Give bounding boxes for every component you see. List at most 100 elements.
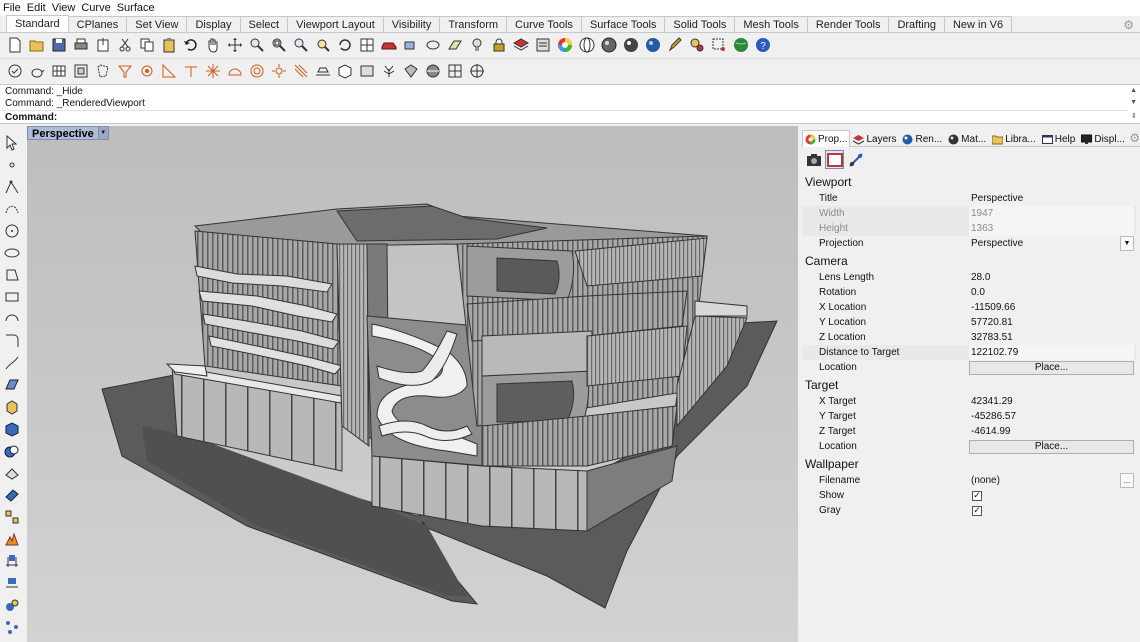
sun-icon[interactable] [226,62,244,80]
select-icon[interactable] [424,36,442,54]
object-properties-icon[interactable] [402,36,420,54]
color-wheel-icon[interactable] [556,36,574,54]
zoom-extents-icon[interactable] [292,36,310,54]
crosshair-icon[interactable] [468,62,486,80]
tab-viewport-layout[interactable]: Viewport Layout [287,16,384,32]
tab-standard[interactable]: Standard [6,15,69,32]
circle-icon[interactable] [3,222,21,240]
x-location-field[interactable]: -11509.66 [969,300,1134,315]
mesh-tool-icon[interactable] [3,464,21,482]
solid-box-icon[interactable] [3,420,21,438]
z-target-field[interactable]: -4614.99 [969,424,1134,439]
target-icon[interactable] [248,62,266,80]
fillet-icon[interactable] [3,332,21,350]
copy-icon[interactable] [138,36,156,54]
light-array-icon[interactable] [292,62,310,80]
tab-new-in-v6[interactable]: New in V6 [943,16,1013,32]
panel-gear-icon[interactable]: ⚙ [1129,130,1140,146]
tab-properties[interactable]: Prop... [802,130,851,147]
lasso-icon[interactable] [94,62,112,80]
array-icon[interactable] [3,508,21,526]
select-arrow-icon[interactable] [3,134,21,152]
ground-plane-icon[interactable] [314,62,332,80]
show-checkbox[interactable]: ✓ [972,490,982,501]
point-light-icon[interactable] [138,62,156,80]
scroll-up-icon[interactable]: ▲ [1130,87,1137,94]
tab-display[interactable]: Displ... [1078,130,1128,147]
menu-edit[interactable]: Edit [27,2,46,14]
transform-icon[interactable] [3,486,21,504]
rectangle-icon[interactable] [3,288,21,306]
tab-mesh-tools[interactable]: Mesh Tools [734,16,808,32]
print-icon[interactable] [72,36,90,54]
tab-drafting[interactable]: Drafting [888,16,945,32]
directional-light-icon[interactable] [160,62,178,80]
browse-button[interactable]: ... [1120,473,1134,488]
menu-file[interactable]: File [3,2,21,14]
snapshot-icon[interactable] [446,62,464,80]
tab-curve-tools[interactable]: Curve Tools [506,16,582,32]
boolean-icon[interactable] [3,442,21,460]
environment-icon[interactable] [424,62,442,80]
ellipse-icon[interactable] [3,244,21,262]
rendered-sphere-icon[interactable] [622,36,640,54]
globe-icon[interactable] [732,36,750,54]
undo-icon[interactable] [182,36,200,54]
y-location-field[interactable]: 57720.81 [969,315,1134,330]
offset-icon[interactable] [3,354,21,372]
rectangular-light-icon[interactable] [204,62,222,80]
undo-view-icon[interactable] [336,36,354,54]
render-sphere-icon[interactable] [644,36,662,54]
tab-set-view[interactable]: Set View [126,16,188,32]
points-icon[interactable] [3,618,21,636]
texture-icon[interactable] [358,62,376,80]
filename-field[interactable]: (none)... [969,473,1134,488]
arc-icon[interactable] [3,310,21,328]
zoom-window-icon[interactable] [270,36,288,54]
camera-place-button[interactable]: Place... [969,360,1134,375]
help-icon[interactable]: ? [754,36,772,54]
viewport-label[interactable]: Perspective [27,126,99,140]
options-icon[interactable] [710,36,728,54]
curve-icon[interactable] [3,200,21,218]
four-view-icon[interactable] [358,36,376,54]
grid-axes-icon[interactable] [846,150,865,169]
cplane-icon[interactable] [446,36,464,54]
gears-icon[interactable] [688,36,706,54]
sunlight-icon[interactable] [270,62,288,80]
box-icon[interactable] [336,62,354,80]
viewport-frame-icon[interactable] [825,150,844,169]
camera-icon[interactable] [804,150,823,169]
spotlight-icon[interactable] [116,62,134,80]
x-target-field[interactable]: 42341.29 [969,394,1134,409]
analyze-icon[interactable] [3,596,21,614]
tab-materials[interactable]: Mat... [945,130,989,147]
properties-icon[interactable] [534,36,552,54]
target-place-button[interactable]: Place... [969,439,1134,454]
menu-curve[interactable]: Curve [81,2,110,14]
command-input[interactable] [58,111,959,124]
perspective-viewport[interactable]: Perspective ▼ [27,126,798,642]
gray-checkbox[interactable]: ✓ [972,505,982,516]
tab-select[interactable]: Select [239,16,289,32]
mesh-icon[interactable] [50,62,68,80]
new-file-icon[interactable] [6,36,24,54]
teapot-icon[interactable] [28,62,46,80]
import-icon[interactable] [94,36,112,54]
car-icon[interactable] [380,36,398,54]
title-field[interactable]: Perspective [969,191,1134,206]
frame-icon[interactable] [72,62,90,80]
tab-surface-tools[interactable]: Surface Tools [580,16,666,32]
decal-icon[interactable] [402,62,420,80]
tab-display[interactable]: Display [186,16,241,32]
lens-length-field[interactable]: 28.0 [969,270,1134,285]
z-location-field[interactable]: 32783.51 [969,330,1134,345]
tab-help[interactable]: Help [1039,130,1079,147]
tab-visibility[interactable]: Visibility [382,16,441,32]
point-icon[interactable] [3,156,21,174]
plant-icon[interactable] [380,62,398,80]
tab-solid-tools[interactable]: Solid Tools [664,16,736,32]
tab-libraries[interactable]: Libra... [989,130,1039,147]
rotate-view-icon[interactable] [226,36,244,54]
tab-cplanes[interactable]: CPlanes [67,16,128,32]
